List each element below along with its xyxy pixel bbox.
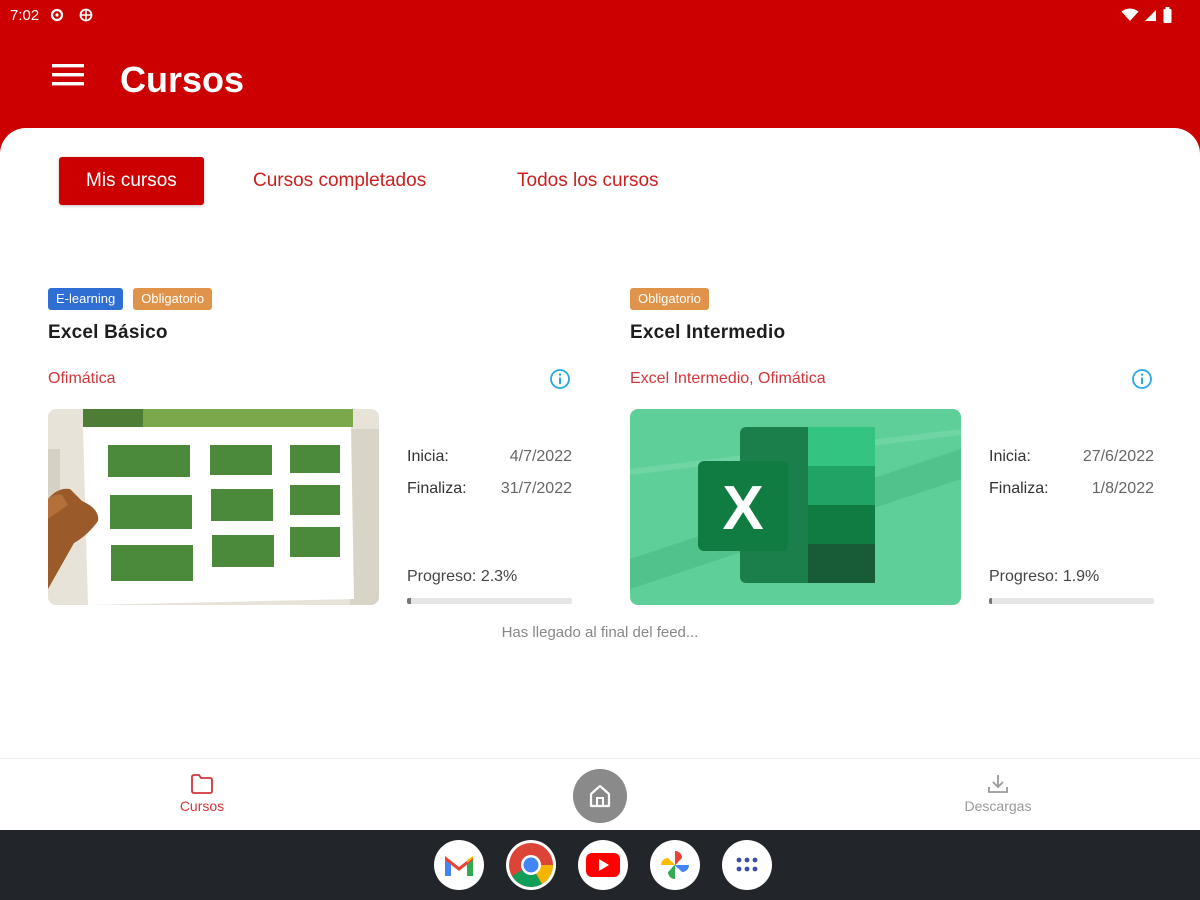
- nav-courses[interactable]: Cursos: [142, 773, 262, 814]
- app-dock: [434, 840, 772, 890]
- start-date-row: Inicia: 4/7/2022: [407, 448, 572, 480]
- progress-bar: [407, 598, 572, 604]
- tab-my-courses[interactable]: Mis cursos: [59, 157, 204, 205]
- badges: E-learning Obligatorio: [48, 288, 213, 310]
- nav-downloads-label: Descargas: [964, 798, 1032, 814]
- battery-icon: [1163, 7, 1172, 23]
- home-button[interactable]: [573, 769, 627, 823]
- system-taskbar: [0, 830, 1200, 900]
- youtube-icon[interactable]: [578, 840, 628, 890]
- target-icon: [79, 8, 93, 22]
- start-date-row: Inicia: 27/6/2022: [989, 448, 1154, 480]
- badge-elearning: E-learning: [48, 288, 124, 310]
- progress-bar: [989, 598, 1154, 604]
- start-date-label: Inicia:: [989, 448, 1031, 465]
- tab-all-courses[interactable]: Todos los cursos: [517, 170, 659, 192]
- end-date-label: Finaliza:: [989, 480, 1049, 497]
- start-date-value: 27/6/2022: [1082, 448, 1154, 465]
- progress-label: Progreso: 2.3%: [407, 568, 518, 585]
- progress-fill: [989, 598, 993, 604]
- download-icon: [988, 775, 1008, 793]
- main-content: Mis cursos Cursos completados Todos los …: [0, 128, 1200, 758]
- tab-completed-courses[interactable]: Cursos completados: [253, 170, 426, 192]
- settings-icon: [50, 8, 64, 22]
- end-date-value: 31/7/2022: [500, 480, 572, 497]
- course-category: Excel Intermedio, Ofimática: [630, 370, 826, 387]
- end-date-row: Finaliza: 31/7/2022: [407, 480, 572, 512]
- chrome-icon[interactable]: [506, 840, 556, 890]
- course-title: Excel Intermedio: [630, 322, 786, 343]
- status-time: 7:02: [10, 7, 40, 24]
- gmail-icon[interactable]: [434, 840, 484, 890]
- bottom-nav: Cursos Descargas: [0, 758, 1200, 830]
- signal-icon: [1145, 10, 1156, 21]
- badges: Obligatorio: [630, 288, 709, 310]
- hamburger-menu-icon: [52, 64, 84, 86]
- progress-fill: [407, 598, 411, 604]
- spreadsheet-illustration: [48, 409, 379, 605]
- app-drawer-icon[interactable]: [722, 840, 772, 890]
- excel-logo-illustration: X: [630, 409, 961, 605]
- start-date-value: 4/7/2022: [509, 448, 572, 465]
- page-title: Cursos: [120, 59, 245, 100]
- svg-text:X: X: [722, 474, 763, 543]
- course-card-excel-intermedio[interactable]: Obligatorio Excel Intermedio Excel Inter…: [630, 288, 1155, 608]
- start-date-label: Inicia:: [407, 448, 449, 465]
- course-card-excel-basico[interactable]: E-learning Obligatorio Excel Básico Ofim…: [48, 288, 573, 608]
- wifi-icon: [1121, 8, 1139, 21]
- badge-mandatory: Obligatorio: [133, 288, 213, 310]
- info-icon[interactable]: [1131, 368, 1153, 390]
- end-date-row: Finaliza: 1/8/2022: [989, 480, 1154, 512]
- app-bar: Cursos: [0, 32, 1200, 128]
- course-thumbnail: [48, 409, 379, 605]
- course-category: Ofimática: [48, 370, 116, 387]
- progress-label: Progreso: 1.9%: [989, 568, 1100, 585]
- nav-downloads[interactable]: Descargas: [938, 773, 1058, 814]
- info-icon[interactable]: [549, 368, 571, 390]
- badge-mandatory: Obligatorio: [630, 288, 709, 310]
- home-icon: [589, 784, 611, 808]
- course-title: Excel Básico: [48, 322, 168, 343]
- menu-button[interactable]: [50, 62, 90, 94]
- photos-icon[interactable]: [650, 840, 700, 890]
- end-date-value: 1/8/2022: [1091, 480, 1154, 497]
- course-dates: Inicia: 27/6/2022 Finaliza: 1/8/2022: [989, 448, 1154, 512]
- end-date-label: Finaliza:: [407, 480, 467, 497]
- course-dates: Inicia: 4/7/2022 Finaliza: 31/7/2022: [407, 448, 572, 512]
- status-bar: 7:02: [0, 0, 1200, 32]
- nav-courses-label: Cursos: [179, 798, 225, 814]
- feed-end-message: Has llegado al final del feed...: [501, 624, 699, 641]
- folder-icon: [191, 774, 213, 794]
- status-icons: [1121, 7, 1172, 23]
- course-thumbnail: X: [630, 409, 961, 605]
- tab-bar: Mis cursos Cursos completados Todos los …: [59, 157, 659, 205]
